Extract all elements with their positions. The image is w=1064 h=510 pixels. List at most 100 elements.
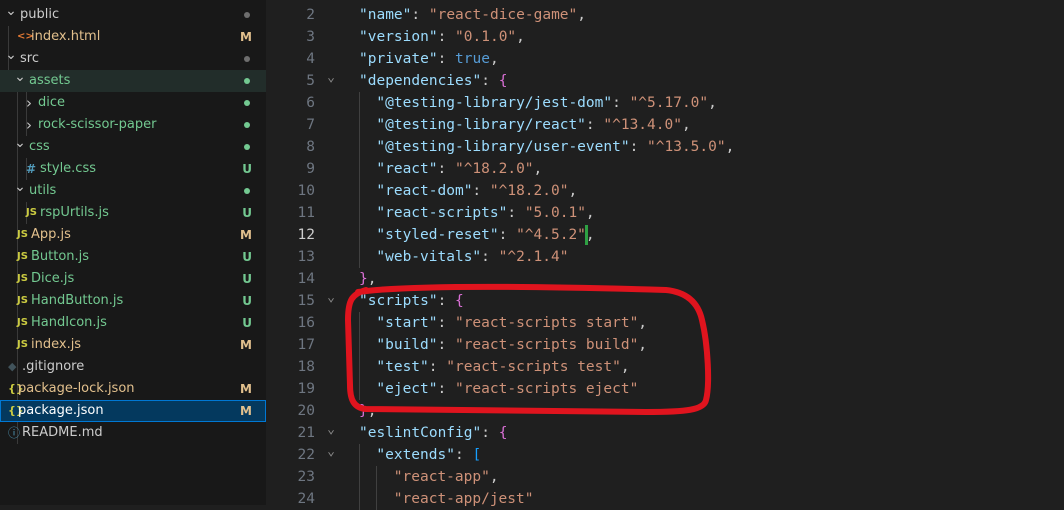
file-item-package-lock-json[interactable]: {} package-lock.json M [0, 378, 266, 400]
code-token: "5.0.1" [524, 205, 586, 221]
code-token: "^13.5.0" [647, 139, 726, 155]
git-icon: ◆ [8, 360, 17, 373]
indent-guide [359, 334, 360, 356]
code-line[interactable]: 20}, [266, 400, 1064, 422]
line-number: 24 [297, 491, 315, 507]
code-token: "version" [359, 29, 438, 45]
line-number: 16 [297, 315, 315, 331]
code-line[interactable]: 10 "react-dom": "^18.2.0", [266, 180, 1064, 202]
code-line[interactable]: 14}, [266, 268, 1064, 290]
file-item-button-js[interactable]: JS Button.js U [0, 246, 266, 268]
code-token: : [472, 183, 490, 199]
code-line[interactable]: 13 "web-vitals": "^2.1.4" [266, 246, 1064, 268]
git-status-badge: U [242, 162, 252, 176]
git-status-badge: U [242, 272, 252, 286]
file-item--gitignore[interactable]: ◆ .gitignore [0, 356, 266, 378]
code-token: , [681, 117, 691, 133]
line-number: 23 [297, 469, 315, 485]
file-item-style-css[interactable]: # style.css U [0, 158, 266, 180]
code-token: , [516, 29, 525, 45]
code-token: "^5.17.0" [629, 95, 709, 111]
code-token: , [533, 161, 543, 177]
code-token: true [455, 51, 490, 67]
indent-guide [359, 246, 360, 268]
code-token: "test" [376, 359, 429, 375]
code-token: , [725, 139, 735, 155]
file-item-handicon-js[interactable]: JS HandIcon.js U [0, 312, 266, 334]
code-line[interactable]: 22 ⌄ "extends": [ [266, 444, 1064, 466]
code-line[interactable]: 21 ⌄ "eslintConfig": { [266, 422, 1064, 444]
folder-item-css[interactable]: ⌄ css [0, 135, 266, 158]
code-token: "eslintConfig" [359, 425, 482, 441]
folder-item-utils[interactable]: ⌄ utils [0, 179, 266, 202]
code-token: : [411, 7, 429, 23]
js-file-icon: JS [17, 317, 28, 328]
code-token: : [481, 73, 499, 89]
file-label: rock-scissor-paper [38, 117, 157, 132]
code-line[interactable]: 23 "react-app", [266, 466, 1064, 488]
code-text: "eslintConfig": { [359, 422, 507, 444]
code-token: , [708, 95, 717, 111]
file-item-rspurtils-js[interactable]: JS rspUrtils.js U [0, 202, 266, 224]
code-editor[interactable]: 2 "name": "react-dice-game", 3 "version": "… [266, 0, 1064, 510]
line-number: 22 [297, 447, 315, 463]
code-text: "@testing-library/react": "^13.4.0", [376, 114, 690, 136]
code-line[interactable]: 19 "eject": "react-scripts eject" [266, 378, 1064, 400]
code-text: "name": "react-dice-game", [359, 4, 586, 26]
code-line[interactable]: 7 "@testing-library/react": "^13.4.0", [266, 114, 1064, 136]
file-item-dice-js[interactable]: JS Dice.js U [0, 268, 266, 290]
file-item-index-html[interactable]: <> index.html M [0, 26, 266, 48]
indent-guide [359, 378, 360, 400]
status-dot [244, 56, 250, 62]
code-line[interactable]: 8 "@testing-library/user-event": "^13.5.0… [266, 136, 1064, 158]
line-number: 19 [297, 381, 315, 397]
code-text: "@testing-library/user-event": "^13.5.0"… [376, 136, 734, 158]
code-line[interactable]: 2 "name": "react-dice-game", [266, 4, 1064, 26]
folder-item-public[interactable]: ⌄ public [0, 3, 266, 26]
indent-guide [359, 202, 360, 224]
code-line[interactable]: 15 ⌄ "scripts": { [266, 290, 1064, 312]
fold-chevron-icon[interactable]: ⌄ [324, 67, 338, 89]
code-text: "react-scripts": "5.0.1", [376, 202, 594, 224]
folder-item-assets[interactable]: ⌄ assets [0, 69, 266, 92]
fold-chevron-icon[interactable]: ⌄ [324, 287, 338, 309]
file-label: .gitignore [22, 359, 85, 374]
line-number: 5 [306, 73, 315, 89]
code-line[interactable]: 6 "@testing-library/jest-dom": "^5.17.0", [266, 92, 1064, 114]
file-label: index.js [31, 337, 82, 352]
code-line[interactable]: 3 "version": "0.1.0", [266, 26, 1064, 48]
code-text: "test": "react-scripts test", [376, 356, 629, 378]
folder-item-rock-scissor-paper[interactable]: › rock-scissor-paper [0, 114, 266, 136]
code-line[interactable]: 16 "start": "react-scripts start", [266, 312, 1064, 334]
code-token: , [367, 271, 377, 287]
file-item-index-js[interactable]: JS index.js M [0, 334, 266, 356]
line-number: 2 [306, 7, 315, 23]
folder-item-dice[interactable]: › dice [0, 92, 266, 114]
fold-chevron-icon[interactable]: ⌄ [324, 419, 338, 441]
folder-item-src[interactable]: ⌄ src [0, 47, 266, 70]
line-number: 13 [297, 249, 315, 265]
file-item-handbutton-js[interactable]: JS HandButton.js U [0, 290, 266, 312]
code-text: "react-app/jest" [394, 488, 534, 510]
file-label: package-lock.json [18, 381, 135, 396]
status-dot [244, 188, 250, 194]
file-item-package-json[interactable]: {} package.json M [0, 400, 266, 422]
code-line[interactable]: 18 "test": "react-scripts test", [266, 356, 1064, 378]
code-line[interactable]: 9 "react": "^18.2.0", [266, 158, 1064, 180]
code-line[interactable]: 11 "react-scripts": "5.0.1", [266, 202, 1064, 224]
fold-chevron-icon[interactable]: ⌄ [324, 441, 338, 463]
file-item-app-js[interactable]: JS App.js M [0, 224, 266, 246]
code-line[interactable]: 17 "build": "react-scripts build", [266, 334, 1064, 356]
code-line[interactable]: 24 "react-app/jest" [266, 488, 1064, 510]
code-token: : [507, 205, 525, 221]
code-token: "@testing-library/user-event" [376, 139, 630, 155]
file-label: package.json [18, 403, 104, 418]
indent-guide [376, 488, 378, 510]
file-item-readme-md[interactable]: ⓘ README.md [0, 422, 266, 444]
code-token: : [437, 315, 455, 331]
code-line[interactable]: 5 ⌄ "dependencies": { [266, 70, 1064, 92]
code-token: "extends" [376, 447, 455, 463]
code-token: , [585, 227, 595, 243]
code-line[interactable]: 4 "private": true, [266, 48, 1064, 70]
code-line[interactable]: 12 "styled-reset": "^4.5.2", [266, 224, 1064, 246]
